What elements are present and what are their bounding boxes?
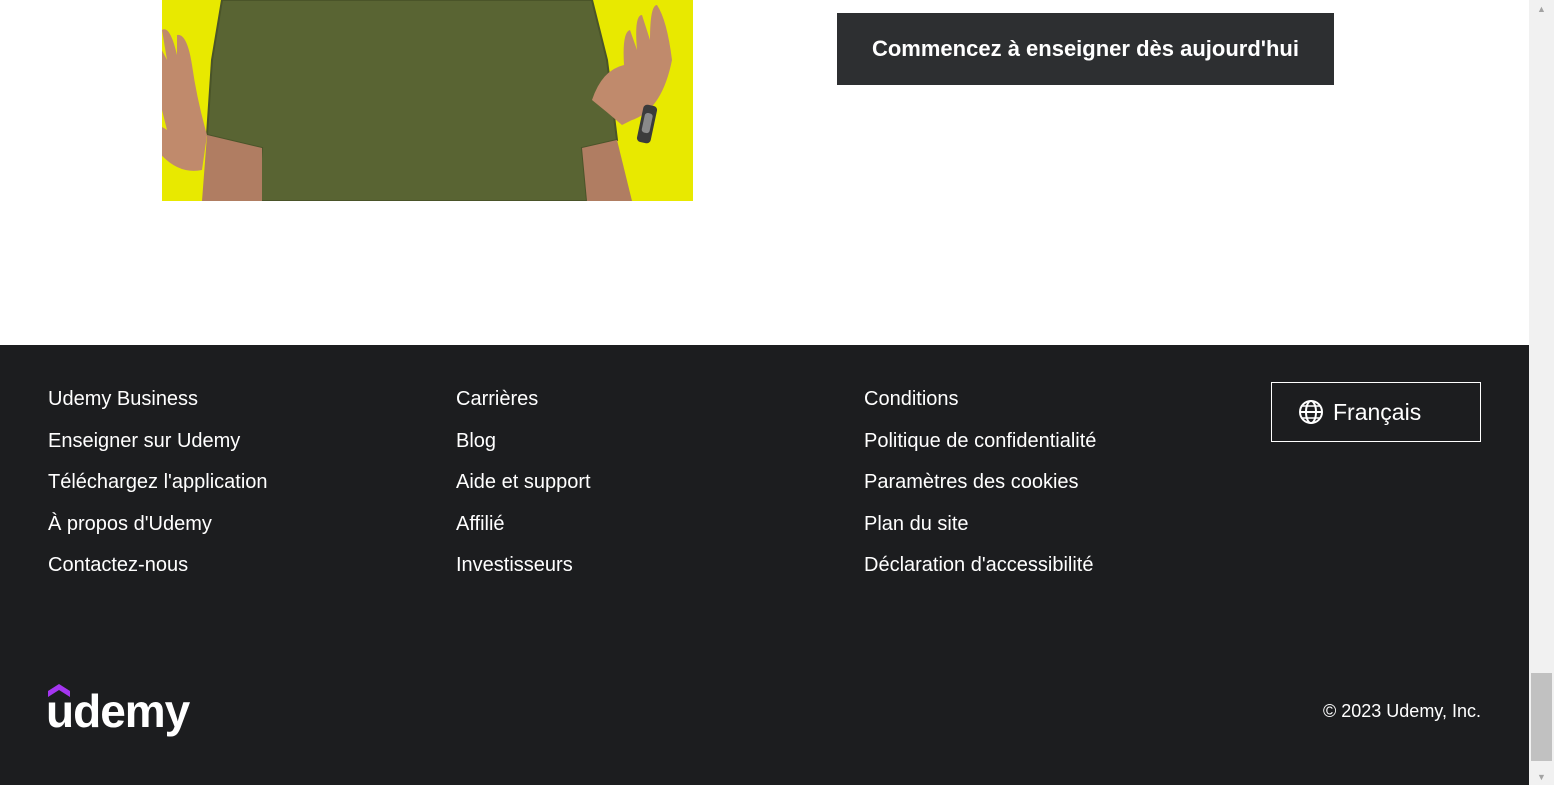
footer-link-about-udemy[interactable]: À propos d'Udemy [48, 514, 268, 534]
footer-link-contact-us[interactable]: Contactez-nous [48, 555, 268, 575]
language-selector-button[interactable]: Français [1271, 382, 1481, 442]
udemy-logo[interactable]: udemy [46, 682, 190, 738]
footer-link-cookie-settings[interactable]: Paramètres des cookies [864, 472, 1096, 492]
udemy-logo-text: udemy [46, 685, 190, 737]
footer-link-affiliate[interactable]: Affilié [456, 514, 591, 534]
footer-column-3: Conditions Politique de confidentialité … [864, 389, 1096, 597]
hero-image [162, 0, 693, 201]
footer-link-terms[interactable]: Conditions [864, 389, 1096, 409]
footer-link-privacy-policy[interactable]: Politique de confidentialité [864, 431, 1096, 451]
footer-link-sitemap[interactable]: Plan du site [864, 514, 1096, 534]
scrollbar-thumb[interactable] [1531, 673, 1552, 761]
copyright-text: © 2023 Udemy, Inc. [1322, 701, 1481, 721]
footer-link-download-app[interactable]: Téléchargez l'application [48, 472, 268, 492]
language-label: Français [1333, 398, 1422, 425]
footer-link-careers[interactable]: Carrières [456, 389, 591, 409]
globe-icon [1298, 399, 1324, 425]
footer-link-investors[interactable]: Investisseurs [456, 555, 591, 575]
arrow-up-icon[interactable]: ▲ [1529, 0, 1554, 17]
page: Commencez à enseigner dès aujourd'hui Ud… [0, 0, 1529, 785]
footer-link-teach-on-udemy[interactable]: Enseigner sur Udemy [48, 431, 268, 451]
footer-column-2: Carrières Blog Aide et support Affilié I… [456, 389, 591, 597]
footer-link-udemy-business[interactable]: Udemy Business [48, 389, 268, 409]
hero-person-illustration [162, 0, 672, 201]
footer-link-accessibility[interactable]: Déclaration d'accessibilité [864, 555, 1096, 575]
site-footer: Udemy Business Enseigner sur Udemy Téléc… [0, 345, 1529, 785]
footer-link-help-support[interactable]: Aide et support [456, 472, 591, 492]
arrow-down-icon[interactable]: ▼ [1529, 768, 1554, 785]
page-scrollbar[interactable]: ▲ ▼ [1529, 0, 1554, 785]
footer-column-1: Udemy Business Enseigner sur Udemy Téléc… [48, 389, 268, 597]
start-teaching-button[interactable]: Commencez à enseigner dès aujourd'hui [837, 13, 1334, 85]
footer-link-blog[interactable]: Blog [456, 431, 591, 451]
